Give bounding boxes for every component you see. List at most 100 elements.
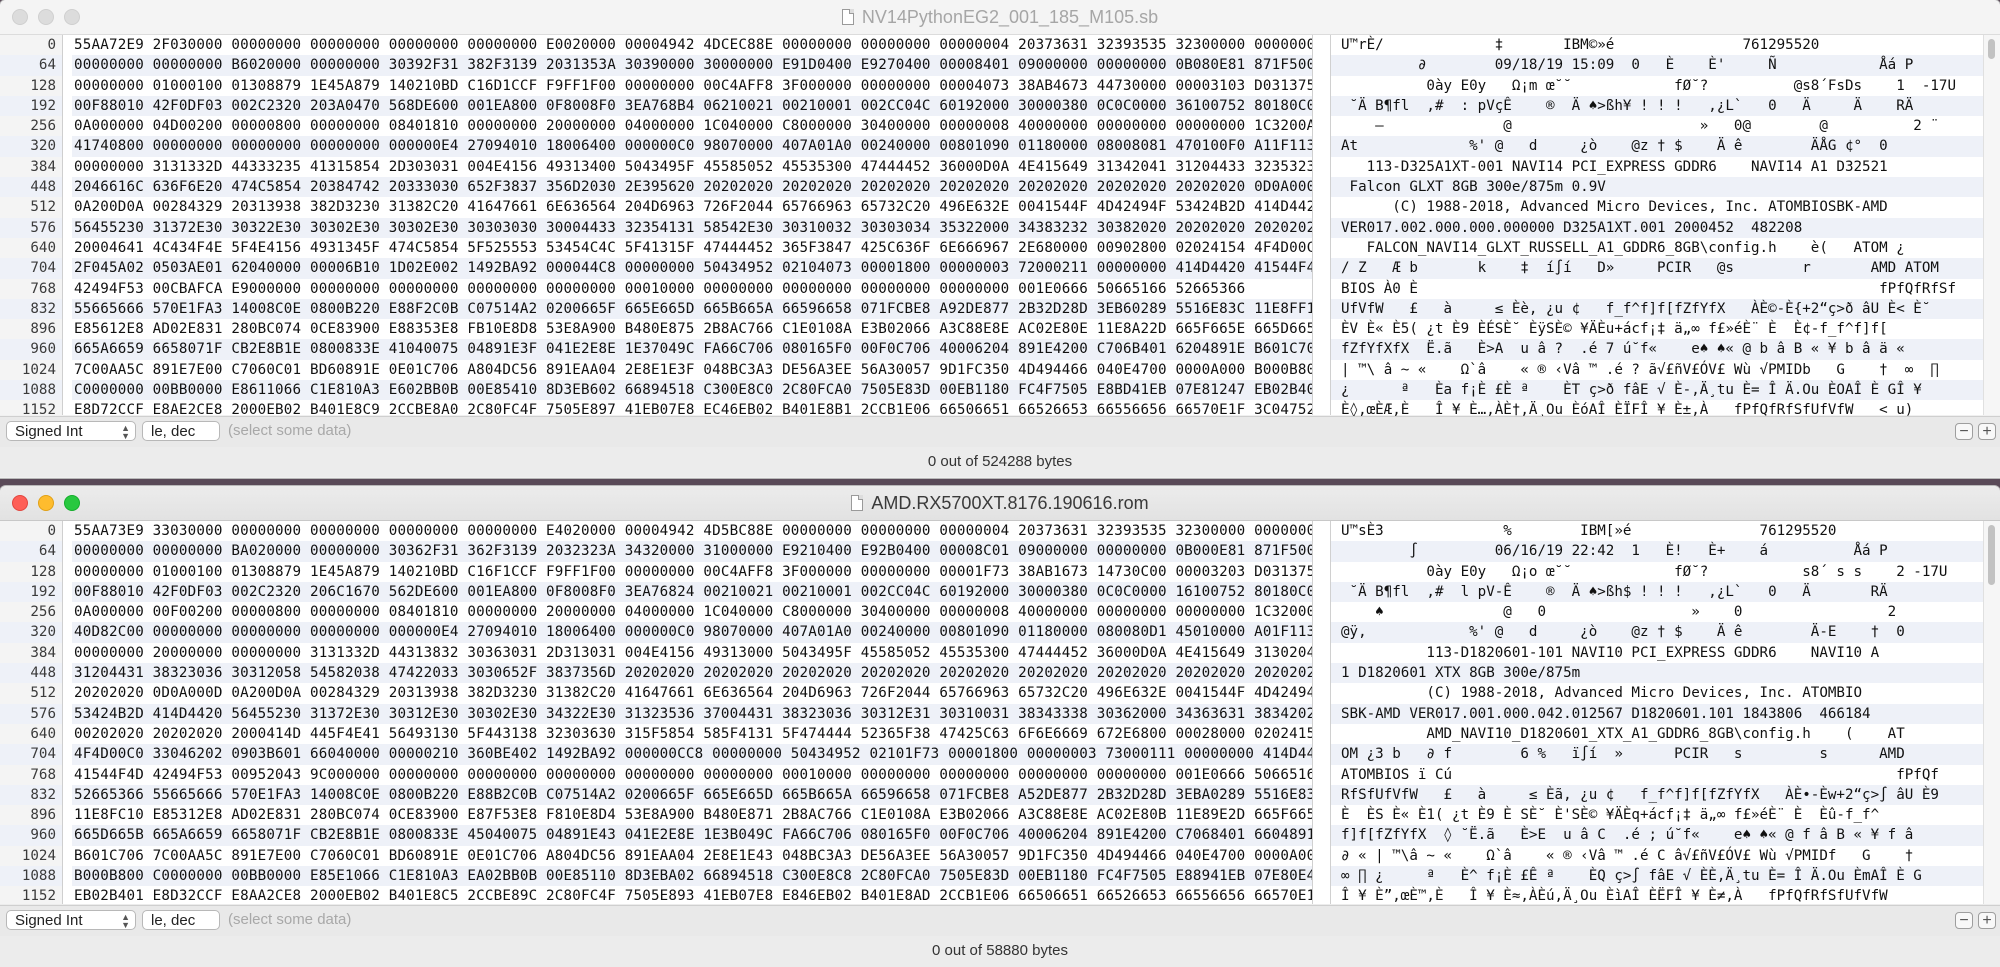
offset-label: 704 <box>0 258 62 279</box>
hex-row[interactable]: 0A000000 00F00200 00000800 00000000 0840… <box>72 602 1312 622</box>
hex-row[interactable]: 2F045A02 0503AE01 62040000 00006B10 1D02… <box>72 258 1312 279</box>
text-row[interactable]: BIOS À0 È fPfQfRfSf <box>1331 279 1983 299</box>
hex-row[interactable]: 00F88010 42F0DF03 002C2320 203A0470 568D… <box>72 95 1312 117</box>
hex-row[interactable]: 55665666 570E1FA3 14008C0E 0800B220 E88F… <box>72 298 1312 320</box>
hex-row[interactable]: 665A6659 6658071F CB2E8B1E 0800833E 4104… <box>72 339 1312 360</box>
hex-row[interactable]: 56455230 31372E30 30322E30 30302E30 3030… <box>72 217 1312 238</box>
text-row[interactable]: fZfYfXfX Ë.ã È>A u â ? .é 7 ú˘f« e♠ ♠« @… <box>1331 339 1983 360</box>
hex-data-column[interactable]: 55AA73E9 33030000 00000000 00000000 0000… <box>72 521 1313 904</box>
text-row[interactable]: Î ¥ È”,œÈ™,È Î ¥ È≈,ÀÈú,Ä¸Ou ÈìAÎ ÈËFÎ ¥… <box>1331 886 1983 906</box>
text-row[interactable]: ∞ ∏ ¿ ª È^ f¡È £Ê ª ÈQ ç>∫ fâE √ ÈÈ,Ä¸tu… <box>1331 866 1983 887</box>
text-row[interactable]: OM ¿3 b ∂ f 6 % ï∫í » PCIR s s AMD <box>1331 744 1983 765</box>
text-row[interactable]: @ÿ, %' @ d ¿ò @z † $ Ä ê Ä-E † 0 <box>1331 622 1983 643</box>
scrollbar-thumb[interactable] <box>1988 525 1995 585</box>
hex-row[interactable]: B000B800 C0000000 00BB0000 E85E1066 C1E8… <box>72 866 1312 887</box>
text-row[interactable]: | ™\ â ~ « Ω`â « ® ‹Vâ ™ .é ? ã√£ñV£ÓV£ … <box>1331 360 1983 380</box>
hex-row[interactable]: E85612E8 AD02E831 280BC074 0CE83900 E883… <box>72 319 1312 339</box>
data-type-popup[interactable]: Signed Int ▲ ▼ <box>6 421 136 441</box>
title-bar[interactable]: AMD.RX5700XT.8176.190616.rom <box>0 486 2000 521</box>
text-row[interactable]: ATOMBIOS ï Cú fPfQf <box>1331 765 1983 785</box>
hex-row[interactable]: 55AA72E9 2F030000 00000000 00000000 0000… <box>72 35 1312 55</box>
hex-row[interactable]: EB02B401 E8D32CCF E8AA2CE8 2000EB02 B401… <box>72 886 1312 906</box>
text-row[interactable]: Falcon GLXT 8GB 300e/875m 0.9V <box>1331 177 1983 198</box>
hex-view[interactable]: 0 64 128 192 256 320 384 448 512 576 640 704 768 832 8… <box>0 521 2000 904</box>
hex-row[interactable]: 00F88010 42F0DF03 002C2320 206C1670 562D… <box>72 581 1312 603</box>
hex-row[interactable]: 53424B2D 414D4420 56455230 31372E30 3031… <box>72 703 1312 724</box>
endian-format-popup[interactable]: le, dec <box>142 421 220 441</box>
hex-row[interactable]: 55AA73E9 33030000 00000000 00000000 0000… <box>72 521 1312 541</box>
vertical-scrollbar[interactable] <box>1983 35 2000 415</box>
hex-view[interactable]: 0 64 128 192 256 320 384 448 512 576 640 704 768 832 8… <box>0 35 2000 418</box>
hex-row[interactable]: 20202020 0D0A000D 0A200D0A 00284329 2031… <box>72 683 1312 703</box>
data-type-value: Signed Int <box>15 423 83 440</box>
text-row[interactable]: 1 D1820601 XTX 8GB 300e/875m <box>1331 663 1983 684</box>
text-row[interactable]: 0ày E0y Ω¡m œ˘˘ fØ˘? @s8´FsDs 1 -17U <box>1331 76 1983 96</box>
title-bar[interactable]: NV14PythonEG2_001_185_M105.sb <box>0 0 2000 35</box>
text-row[interactable]: 113-D325A1XT-001 NAVI14 PCI_EXPRESS GDDR… <box>1331 157 1983 177</box>
text-row[interactable]: VER017.002.000.000.000000 D325A1XT.001 2… <box>1331 217 1983 238</box>
offset-label: 320 <box>0 136 62 157</box>
text-row[interactable]: ÈV È« È5( ¿t È9 ÈÉSÈ˘ ÈÿSÈ© ¥ÄÈu+ácf¡‡ ä… <box>1331 319 1983 339</box>
remove-row-button[interactable]: − <box>1955 423 1973 440</box>
text-row[interactable]: ∫ 06/16/19 22:42 1 È! È+ á Åá P <box>1331 541 1983 562</box>
offset-label: 512 <box>30 685 56 702</box>
hex-row[interactable]: 00000000 3131332D 44333235 41315854 2D30… <box>72 157 1312 177</box>
scrollbar-thumb[interactable] <box>1988 39 1995 59</box>
hex-row[interactable]: 41740800 00000000 00000000 00000000 0000… <box>72 136 1312 157</box>
hex-row[interactable]: 00000000 00000000 BA020000 00000000 3036… <box>72 541 1312 562</box>
text-row[interactable]: SBK-AMD VER017.001.000.042.012567 D18206… <box>1331 703 1983 724</box>
text-row[interactable]: 113-D1820601-101 NAVI10 PCI_EXPRESS GDDR… <box>1331 643 1983 663</box>
hex-row[interactable]: 2046616C 636F6E20 474C5854 20384742 2033… <box>72 177 1312 198</box>
hex-row[interactable]: 40D82C00 00000000 00000000 00000000 0000… <box>72 622 1312 643</box>
hex-row[interactable]: C0000000 00BB0000 E8611066 C1E810A3 E602… <box>72 380 1312 401</box>
selection-hint: (select some data) <box>228 911 352 928</box>
text-row[interactable]: – @ » 0@ @ 2 ¨ <box>1331 116 1983 136</box>
hex-row[interactable]: 00000000 01000100 01308879 1E45A879 1402… <box>72 562 1312 582</box>
hex-row[interactable]: 7C00AA5C 891E7E00 C7060C01 BD60891E 0E01… <box>72 360 1312 380</box>
text-row[interactable]: U™sÈ3 % IBM[»é 761295520 <box>1331 521 1983 541</box>
text-row[interactable]: ¿ ª Èa f¡È £È ª ÈT ç>ð fâE √ È-,Ä¸tu È= … <box>1331 380 1983 401</box>
text-row[interactable]: (C) 1988-2018, Advanced Micro Devices, I… <box>1331 197 1983 217</box>
text-data-column[interactable]: U™rÈ/ ‡ IBM©»é 761295520 ∂ 09/18/19 15:0… <box>1330 35 1983 418</box>
remove-row-button[interactable]: − <box>1955 912 1973 929</box>
text-row[interactable]: ♠ @ 0 » 0 2 <box>1331 602 1983 622</box>
text-row[interactable]: 0ày E0y Ω¡o œ˘˘ fØ˘? s8´ s s 2 -17U <box>1331 562 1983 582</box>
text-row[interactable]: FALCON_NAVI14_GLXT_RUSSELL_A1_GDDR6_8GB\… <box>1331 238 1983 258</box>
text-row[interactable]: (C) 1988-2018, Advanced Micro Devices, I… <box>1331 683 1983 703</box>
hex-row[interactable]: 0A200D0A 00284329 20313938 382D3230 3138… <box>72 197 1312 217</box>
hex-row[interactable]: 00000000 20000000 00000000 3131332D 4431… <box>72 643 1312 663</box>
text-row[interactable]: U™rÈ/ ‡ IBM©»é 761295520 <box>1331 35 1983 55</box>
text-row[interactable]: UfVfW £ à ≤ Èè, ¿u ¢ f_f^f]f[fZfYfX ÀÈ©-… <box>1331 298 1983 320</box>
hex-row[interactable]: 665D665B 665A6659 6658071F CB2E8B1E 0800… <box>72 825 1312 846</box>
offset-label: 704 <box>0 744 62 765</box>
vertical-scrollbar[interactable] <box>1983 521 2000 904</box>
endian-format-popup[interactable]: le, dec <box>142 910 220 930</box>
text-row[interactable]: ˘Ä B¶fl ,# : pVçÊ ® Ä ♠>ßh¥ ! ! ! ,¿L` 0… <box>1331 95 1983 117</box>
hex-row[interactable]: 11E8FC10 E85312E8 AD02E831 280BC074 0CE8… <box>72 805 1312 825</box>
hex-row[interactable]: 41544F4D 42494F53 00952043 9C000000 0000… <box>72 765 1312 785</box>
text-row[interactable]: È ÈS È« È1( ¿t È9 È SÈ˘ È'SÈ© ¥ÄÈq+ácf¡‡… <box>1331 805 1983 825</box>
text-row[interactable]: ∂ « | ™\â ~ « Ω`â « ® ‹Vâ ™ .é C â√£ñV£Ó… <box>1331 846 1983 866</box>
hex-row[interactable]: 42494F53 00CBAFCA E9000000 00000000 0000… <box>72 279 1312 299</box>
text-row[interactable]: AMD_NAVI10_D1820601_XTX_A1_GDDR6_8GB\con… <box>1331 724 1983 744</box>
data-type-popup[interactable]: Signed Int ▲ ▼ <box>6 910 136 930</box>
hex-row[interactable]: 0A000000 04D00200 00000800 00000000 0840… <box>72 116 1312 136</box>
text-row[interactable]: / Z Æ b k ‡ í∫í D» PCIR @s r AMD ATOM <box>1331 258 1983 279</box>
hex-row[interactable]: 4F4D00C0 33046202 0903B601 66040000 0000… <box>72 744 1312 765</box>
text-row[interactable]: f]f[fZfYfX ◊ ˘Ë.ã È>E u â C .é ; ú˘f« e♠… <box>1331 825 1983 846</box>
hex-row[interactable]: 00000000 00000000 B6020000 00000000 3039… <box>72 55 1312 76</box>
text-row[interactable]: ˘Ä B¶fl ,# l pV-Ê ® Ä ♠>ßh$ ! ! ! ,¿L` 0… <box>1331 581 1983 603</box>
hex-row[interactable]: 00202020 20202020 2000414D 445F4E41 5649… <box>72 724 1312 744</box>
text-row[interactable]: RfSfUfVfW £ à ≤ Èã, ¿u ¢ f_f^f]f[fZfYfX … <box>1331 784 1983 806</box>
hex-data-column[interactable]: 55AA72E9 2F030000 00000000 00000000 0000… <box>72 35 1313 418</box>
text-row[interactable]: At %' @ d ¿ò @z † $ Ä ê ÄÅG ¢° 0 <box>1331 136 1983 157</box>
add-row-button[interactable]: + <box>1978 912 1996 929</box>
hex-row[interactable]: 31204431 38323036 30312058 54582038 4742… <box>72 663 1312 684</box>
text-row[interactable]: ∂ 09/18/19 15:09 0 È È' Ñ Åá P <box>1331 55 1983 76</box>
text-data-column[interactable]: U™sÈ3 % IBM[»é 761295520 ∫ 06/16/19 22:4… <box>1330 521 1983 904</box>
hex-row[interactable]: 00000000 01000100 01308879 1E45A879 1402… <box>72 76 1312 96</box>
hex-row[interactable]: 52665366 55665666 570E1FA3 14008C0E 0800… <box>72 784 1312 806</box>
hex-row[interactable]: 20004641 4C434F4E 5F4E4156 4931345F 474C… <box>72 238 1312 258</box>
add-row-button[interactable]: + <box>1978 423 1996 440</box>
hex-row[interactable]: B601C706 7C00AA5C 891E7E00 C7060C01 BD60… <box>72 846 1312 866</box>
